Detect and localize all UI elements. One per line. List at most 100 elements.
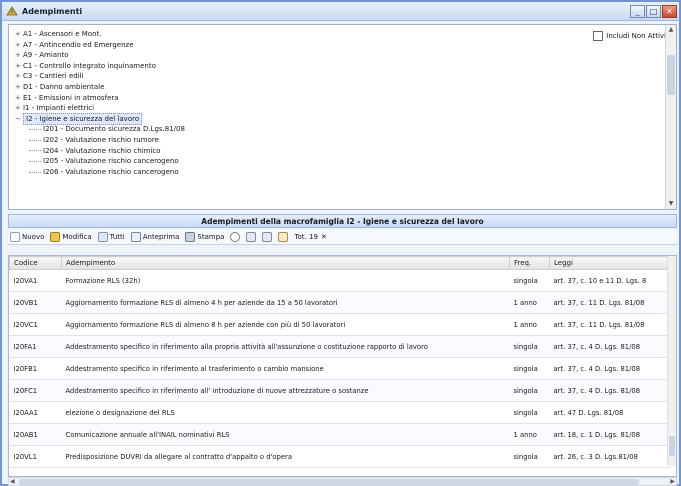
minimize-button[interactable]: _ bbox=[630, 4, 645, 18]
tree-child-item[interactable]: I206 - Valutazione rischio cancerogeno bbox=[15, 167, 546, 178]
cell-name: Formazione RLS (32h) bbox=[61, 269, 510, 292]
tree-item[interactable]: + E1 - Emissioni in atmosfera bbox=[15, 93, 546, 104]
title-bar[interactable]: Adempimenti _ □ ✕ bbox=[2, 2, 679, 21]
tree-item[interactable]: + A7 - Antincendio ed Emergenze bbox=[15, 40, 546, 51]
expand-icon[interactable]: + bbox=[15, 40, 23, 51]
expand-icon[interactable]: + bbox=[15, 29, 23, 40]
tree-child-item[interactable]: I201 - Documento sicurezza D.Lgs.81/08 bbox=[15, 124, 546, 135]
filter-dropdown-icon[interactable] bbox=[278, 231, 289, 242]
refresh-icon[interactable] bbox=[230, 231, 241, 242]
tree-child-item[interactable]: I202 - Valutazione rischio rumore bbox=[15, 135, 546, 146]
checkbox-icon[interactable] bbox=[593, 31, 604, 41]
print-button[interactable]: Stampa bbox=[185, 231, 224, 242]
scroll-down-icon[interactable]: ▼ bbox=[666, 199, 676, 209]
cell-freq: 1 anno bbox=[509, 313, 550, 336]
tree-item-label: D1 - Danno ambientale bbox=[23, 82, 105, 91]
all-button[interactable]: Tutti bbox=[97, 231, 125, 242]
cell-law: art. 37, c. 10 e 11 D. Lgs. 8 bbox=[549, 269, 671, 292]
expand-icon[interactable]: + bbox=[15, 71, 23, 82]
include-inactive-checkbox[interactable]: Includi Non Attivi bbox=[593, 31, 666, 41]
tree-child-item[interactable]: I204 - Valutazione rischio chimico bbox=[15, 146, 546, 157]
window-title: Adempimenti bbox=[22, 6, 83, 16]
table-row[interactable]: I20VL1 Predisposizione DUVRI da allegare … bbox=[9, 445, 671, 468]
close-button[interactable]: ✕ bbox=[662, 4, 677, 18]
column-header-codice[interactable]: Codice bbox=[9, 256, 62, 270]
scroll-up-icon[interactable]: ▲ bbox=[666, 25, 676, 35]
cell-name: Addestramento specifico in riferimento a… bbox=[61, 335, 510, 358]
printer-icon bbox=[185, 231, 196, 242]
adempimenti-window: Adempimenti _ □ ✕ + A1 - Ascensori e Mont… bbox=[0, 0, 681, 486]
new-document-icon bbox=[10, 231, 20, 242]
expand-icon[interactable]: + bbox=[15, 50, 23, 61]
cell-law: art. 37, c. 4 D. Lgs. 81/08 bbox=[549, 335, 671, 358]
scroll-thumb[interactable] bbox=[669, 436, 675, 456]
table-row[interactable]: I20FC1 Addestramento specifico in riferim… bbox=[9, 379, 671, 402]
tree-item[interactable]: + A9 - Amianto bbox=[15, 50, 546, 61]
tree-item[interactable]: + A1 - Ascensori e Mont. bbox=[15, 29, 546, 40]
table-header-row: Codice Adempimento Freq. Leggi bbox=[9, 256, 671, 270]
tree-item[interactable]: + D1 - Danno ambientale bbox=[15, 82, 546, 93]
macrofamily-tree-panel: + A1 - Ascensori e Mont. + A7 - Antincendi… bbox=[8, 24, 677, 210]
expand-icon[interactable]: + bbox=[15, 103, 23, 114]
tree-child-label: I206 - Valutazione rischio cancerogeno bbox=[43, 167, 179, 176]
adempimenti-table: Codice Adempimento Freq. Leggi I20VA1 For… bbox=[9, 256, 671, 468]
table-row[interactable]: I20AB1 Comunicazione annuale all'INAIL no… bbox=[9, 423, 671, 446]
cell-name: Comunicazione annuale all'INAIL nominati… bbox=[61, 423, 510, 446]
cell-freq: singola bbox=[509, 357, 550, 380]
tree-child-item[interactable]: I205 - Valutazione rischio cancerogeno bbox=[15, 156, 546, 167]
tree-item-label: E1 - Emissioni in atmosfera bbox=[23, 93, 119, 102]
table-row[interactable]: I20FB1 Addestramento specifico in riferim… bbox=[9, 357, 671, 380]
include-inactive-label: Includi Non Attivi bbox=[606, 32, 666, 40]
tree-child-label: I202 - Valutazione rischio rumore bbox=[43, 135, 159, 144]
cell-law: art. 18, c. 1 D. Lgs. 81/08 bbox=[549, 423, 671, 446]
cell-freq: 1 anno bbox=[509, 291, 550, 314]
tree-item-label: C1 - Controllo integrato inquinamento bbox=[23, 61, 156, 70]
filter-box[interactable]: Tot. 19 ✕ bbox=[294, 233, 326, 241]
grid-dropdown-icon[interactable] bbox=[262, 231, 273, 242]
cell-name: Aggiornamento formazione RLS di almeno 8… bbox=[61, 313, 510, 336]
tree-item-label: A7 - Antincendio ed Emergenze bbox=[23, 40, 134, 49]
table-row[interactable]: I20AA1 elezione o designazione del RLS sin… bbox=[9, 401, 671, 424]
list-icon bbox=[97, 231, 108, 242]
column-header-leggi[interactable]: Leggi bbox=[549, 256, 671, 270]
scroll-thumb[interactable] bbox=[19, 479, 639, 485]
cell-name: Predisposizione DUVRI da allegare al con… bbox=[61, 445, 510, 468]
new-button[interactable]: Nuovo bbox=[10, 231, 44, 242]
tree-scrollbar[interactable]: ▲ ▼ bbox=[665, 25, 676, 209]
table-row[interactable]: I20FA1 Addestramento specifico in riferim… bbox=[9, 335, 671, 358]
column-header-freq[interactable]: Freq. bbox=[509, 256, 550, 270]
expand-icon[interactable]: + bbox=[15, 61, 23, 72]
table-row[interactable]: I20VA1 Formazione RLS (32h) singola art. 37… bbox=[9, 269, 671, 292]
app-icon bbox=[6, 5, 18, 17]
tree-item-selected[interactable]: − I2 - Igiene e sicurezza del lavoro bbox=[15, 112, 546, 126]
cell-code: I20AB1 bbox=[9, 423, 62, 446]
tree-item[interactable]: + C3 - Cantieri edili bbox=[15, 71, 546, 82]
expand-icon[interactable]: + bbox=[15, 93, 23, 104]
cell-code: I20VL1 bbox=[9, 445, 62, 468]
scroll-left-icon[interactable]: ◀ bbox=[10, 478, 15, 486]
cell-law: art. 37, c. 11 D. Lgs. 81/08 bbox=[549, 313, 671, 336]
cell-code: I20FC1 bbox=[9, 379, 62, 402]
grid-scrollbar[interactable] bbox=[667, 256, 676, 466]
cell-name: elezione o designazione del RLS bbox=[61, 401, 510, 424]
expand-icon[interactable]: + bbox=[15, 82, 23, 93]
cell-code: I20VC1 bbox=[9, 313, 62, 336]
table-row[interactable]: I20VC1 Aggiornamento formazione RLS di al… bbox=[9, 313, 671, 336]
scroll-thumb[interactable] bbox=[667, 55, 675, 95]
scroll-right-icon[interactable]: ▶ bbox=[670, 478, 675, 486]
folder-edit-icon bbox=[50, 231, 61, 242]
cell-law: art. 47 D. Lgs. 81/08 bbox=[549, 401, 671, 424]
edit-button[interactable]: Modifica bbox=[50, 231, 92, 242]
table-row[interactable]: I20VB1 Aggiornamento formazione RLS di al… bbox=[9, 291, 671, 314]
column-header-adempimento[interactable]: Adempimento bbox=[61, 256, 510, 270]
collapse-icon[interactable]: − bbox=[15, 114, 23, 125]
preview-button[interactable]: Anteprima bbox=[130, 231, 179, 242]
horizontal-scrollbar[interactable]: ◀ ▶ bbox=[8, 477, 677, 486]
maximize-button[interactable]: □ bbox=[646, 4, 661, 18]
tree-item[interactable]: + C1 - Controllo integrato inquinamento bbox=[15, 61, 546, 72]
clear-filter-icon[interactable]: ✕ bbox=[321, 233, 327, 241]
macrofamily-tree: + A1 - Ascensori e Mont. + A7 - Antincendi… bbox=[15, 29, 546, 177]
cell-code: I20VA1 bbox=[9, 269, 62, 292]
cell-law: art. 37, c. 11 D. Lgs. 81/08 bbox=[549, 291, 671, 314]
columns-dropdown-icon[interactable] bbox=[246, 231, 257, 242]
